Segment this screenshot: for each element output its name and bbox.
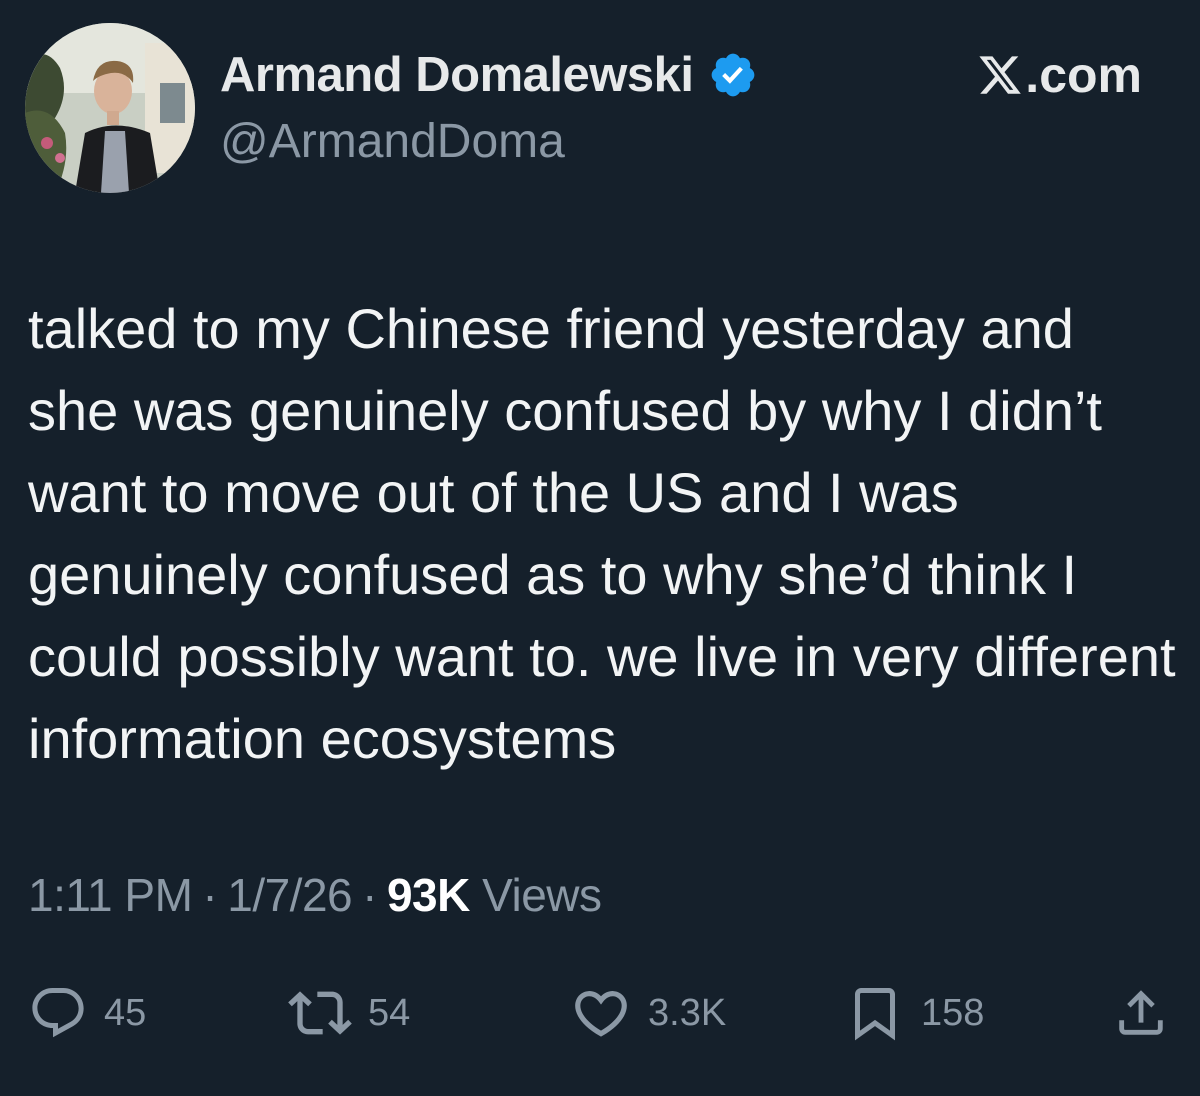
like-button[interactable]: 3.3K	[570, 978, 726, 1048]
bookmark-icon	[855, 988, 895, 1041]
reply-button[interactable]: 45	[28, 978, 146, 1048]
repost-icon	[288, 991, 352, 1035]
tweet-text: talked to my Chinese friend yesterday an…	[28, 297, 1176, 770]
share-button[interactable]	[1112, 978, 1170, 1048]
bookmark-count: 158	[921, 991, 985, 1034]
verified-badge-icon	[711, 53, 754, 97]
author-handle[interactable]: @ArmandDoma	[220, 114, 565, 169]
like-count: 3.3K	[648, 991, 727, 1034]
reply-count: 45	[104, 991, 147, 1034]
reply-icon	[32, 988, 84, 1038]
heart-icon	[575, 991, 627, 1037]
meta-separator: ·	[362, 869, 377, 921]
tweet-meta: 1:11 PM · 1/7/26 · 93K Views	[28, 868, 602, 922]
tweet-date[interactable]: 1/7/26	[227, 869, 352, 921]
views-count: 93K	[386, 869, 470, 921]
meta-separator: ·	[202, 869, 218, 921]
brand-watermark: .com	[977, 44, 1142, 106]
action-bar: 45 54 3.3K 158	[0, 978, 1200, 1048]
profile-photo	[25, 23, 195, 193]
bookmark-button[interactable]: 158	[845, 978, 984, 1048]
x-logo-icon	[979, 56, 1022, 94]
author-display-name[interactable]: Armand Domalewski	[220, 47, 694, 103]
views-label: Views	[482, 869, 602, 921]
brand-domain-text: .com	[1025, 47, 1142, 103]
repost-count: 54	[368, 991, 411, 1034]
repost-button[interactable]: 54	[288, 978, 410, 1048]
avatar[interactable]	[25, 23, 195, 193]
author-name-row: Armand Domalewski	[220, 44, 758, 106]
share-icon	[1119, 990, 1163, 1035]
tweet-time[interactable]: 1:11 PM	[28, 869, 193, 921]
